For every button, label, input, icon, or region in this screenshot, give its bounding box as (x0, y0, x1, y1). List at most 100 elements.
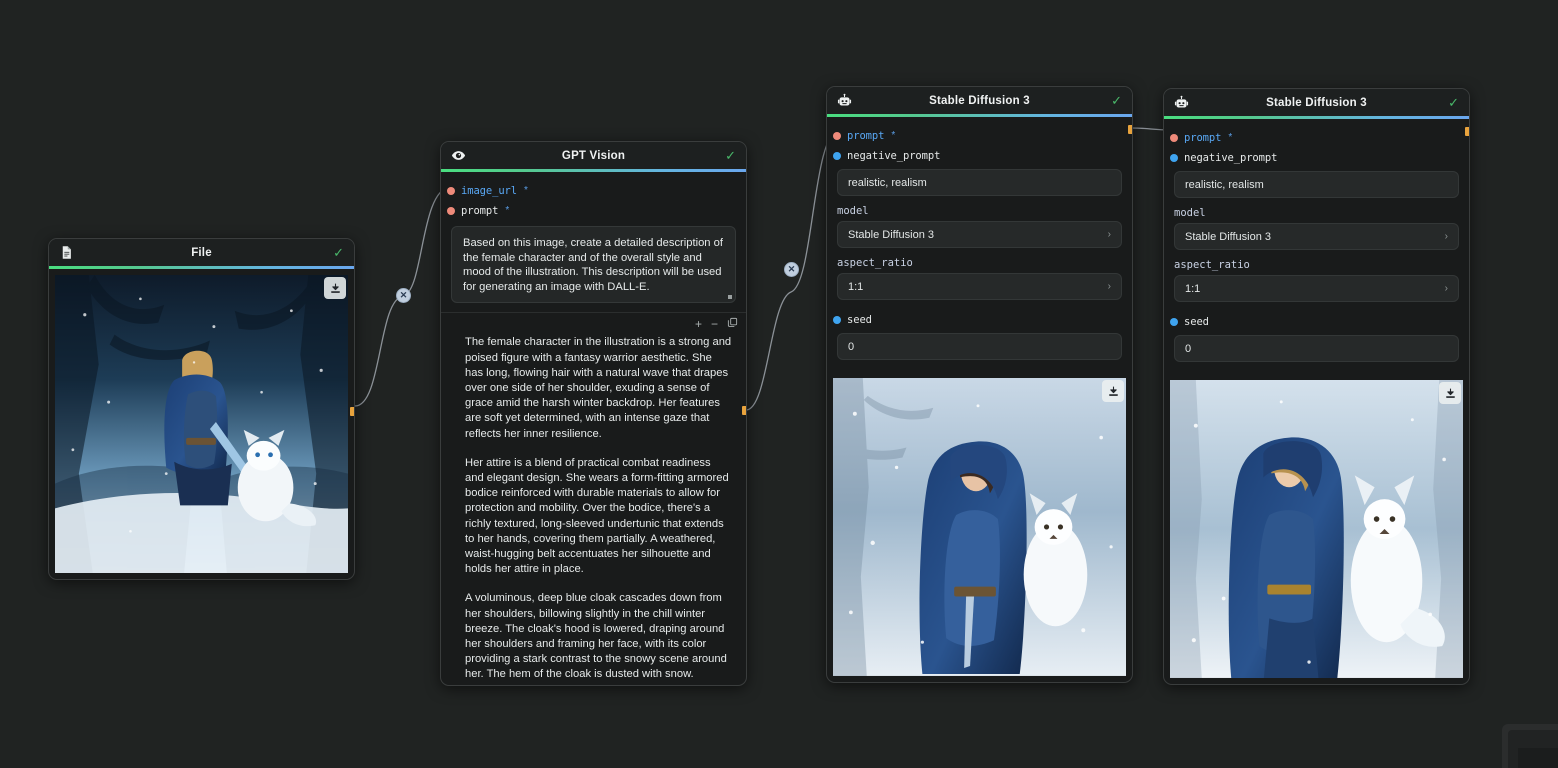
eye-icon (451, 151, 466, 160)
required-port-dot[interactable] (447, 206, 455, 215)
node-file[interactable]: File ✓ (48, 238, 355, 580)
output-port[interactable] (742, 406, 746, 415)
port-label: prompt (847, 129, 885, 142)
optional-port-dot[interactable] (833, 151, 841, 160)
gpt-vision-output-text: The female character in the illustration… (441, 332, 746, 682)
chevron-right-icon: › (1444, 283, 1448, 294)
negative-prompt-input[interactable]: realistic, realism (837, 169, 1122, 196)
port-label: image_url (461, 184, 517, 197)
prompt-textarea[interactable]: Based on this image, create a detailed d… (451, 226, 736, 304)
output-port[interactable] (350, 407, 354, 416)
plus-icon[interactable]: + (695, 318, 702, 330)
aspect-ratio-select[interactable]: 1:1 › (837, 273, 1122, 300)
sd3-left-node-header[interactable]: Stable Diffusion 3 ✓ (827, 87, 1132, 114)
file-node-header[interactable]: File ✓ (49, 239, 354, 266)
required-marker: * (1228, 132, 1233, 143)
port-prompt[interactable]: prompt * (447, 201, 736, 220)
port-negative-prompt[interactable]: negative_prompt (1170, 148, 1459, 167)
optional-port-dot[interactable] (1170, 153, 1178, 162)
workflow-canvas[interactable]: ✕ ✕ File ✓ GPT Vision ✓ image_url * prom… (0, 0, 1558, 768)
model-select[interactable]: Stable Diffusion 3 › (837, 221, 1122, 248)
delete-edge-button[interactable]: ✕ (396, 288, 411, 303)
generated-illustration (1170, 380, 1463, 678)
delete-edge-button[interactable]: ✕ (784, 262, 799, 277)
port-negative-prompt[interactable]: negative_prompt (833, 146, 1122, 165)
robot-icon (1174, 95, 1189, 108)
sd3-right-output-image-wrapper[interactable] (1164, 374, 1469, 684)
resize-handle[interactable] (728, 295, 732, 300)
aspect-ratio-value: 1:1 (848, 280, 864, 293)
copy-glyph (727, 318, 738, 328)
model-select[interactable]: Stable Diffusion 3 › (1174, 223, 1459, 250)
optional-port-dot[interactable] (1170, 317, 1178, 326)
aspect-ratio-select[interactable]: 1:1 › (1174, 275, 1459, 302)
download-icon[interactable] (1102, 380, 1124, 402)
node-stable-diffusion-3-right[interactable]: Stable Diffusion 3 ✓ prompt * negative_p… (1163, 88, 1470, 685)
chevron-right-icon: › (1107, 229, 1111, 240)
check-icon: ✓ (725, 148, 736, 163)
required-port-dot[interactable] (833, 131, 841, 140)
download-glyph (330, 283, 340, 293)
port-label: seed (1184, 315, 1209, 328)
node-stable-diffusion-3-left[interactable]: Stable Diffusion 3 ✓ prompt * negative_p… (826, 86, 1133, 683)
port-label: seed (847, 313, 872, 326)
negative-prompt-value: realistic, realism (848, 176, 927, 189)
sd3-left-output-image-wrapper[interactable] (827, 372, 1132, 682)
seed-input[interactable]: 0 (837, 333, 1122, 360)
output-paragraph: Her attire is a blend of practical comba… (465, 456, 729, 576)
port-label: prompt (461, 204, 499, 217)
sd3-right-body: prompt * negative_prompt realistic, real… (1164, 119, 1469, 374)
required-marker: * (891, 130, 896, 141)
model-label: model (1174, 207, 1206, 219)
output-toolbar[interactable]: + − (441, 317, 746, 332)
output-port[interactable] (1128, 125, 1132, 134)
seed-input[interactable]: 0 (1174, 335, 1459, 362)
gpt-vision-body: image_url * prompt * Based on this image… (441, 172, 746, 304)
node-gpt-vision[interactable]: GPT Vision ✓ image_url * prompt * Based … (440, 141, 747, 686)
sd3-left-body: prompt * negative_prompt realistic, real… (827, 117, 1132, 372)
download-glyph (1445, 388, 1455, 398)
required-port-dot[interactable] (1170, 133, 1178, 142)
prompt-textarea-value: Based on this image, create a detailed d… (463, 237, 723, 293)
sd3-right-node-title: Stable Diffusion 3 (1266, 96, 1367, 109)
check-icon: ✓ (1111, 93, 1122, 108)
output-paragraph: A voluminous, deep blue cloak cascades d… (465, 592, 727, 681)
sd3-left-node-title: Stable Diffusion 3 (929, 94, 1030, 107)
seed-value: 0 (848, 340, 855, 353)
chevron-right-icon: › (1107, 281, 1111, 292)
negative-prompt-input[interactable]: realistic, realism (1174, 171, 1459, 198)
port-seed[interactable]: seed (833, 310, 1122, 329)
aspect-ratio-value: 1:1 (1185, 282, 1201, 295)
port-prompt[interactable]: prompt * (1170, 128, 1459, 147)
copy-icon[interactable] (727, 317, 738, 330)
port-image-url[interactable]: image_url * (447, 181, 736, 200)
output-port[interactable] (1465, 127, 1469, 136)
file-node-title: File (191, 246, 212, 259)
port-label: negative_prompt (847, 149, 941, 162)
negative-prompt-value: realistic, realism (1185, 178, 1264, 191)
download-glyph (1108, 386, 1118, 396)
minus-icon[interactable]: − (711, 318, 718, 330)
gpt-vision-output-pane: + − The female character in the illustra… (441, 312, 746, 682)
seed-value: 0 (1185, 342, 1192, 355)
file-image-wrapper[interactable] (49, 269, 354, 579)
generated-illustration (833, 378, 1126, 676)
document-icon (62, 246, 71, 259)
port-prompt[interactable]: prompt * (833, 126, 1122, 145)
required-marker: * (524, 185, 528, 196)
sd3-right-node-header[interactable]: Stable Diffusion 3 ✓ (1164, 89, 1469, 116)
download-icon[interactable] (324, 277, 346, 299)
optional-port-dot[interactable] (833, 315, 841, 324)
source-illustration (55, 275, 348, 573)
gpt-vision-node-title: GPT Vision (561, 149, 626, 162)
gpt-vision-node-header[interactable]: GPT Vision ✓ (441, 142, 746, 169)
robot-icon (837, 93, 852, 106)
aspect-ratio-label: aspect_ratio (1174, 259, 1250, 271)
port-seed[interactable]: seed (1170, 312, 1459, 331)
required-port-dot[interactable] (447, 186, 455, 195)
download-icon[interactable] (1439, 382, 1461, 404)
model-value: Stable Diffusion 3 (848, 228, 935, 241)
port-label: prompt (1184, 131, 1222, 144)
corner-panel[interactable] (1502, 724, 1558, 768)
model-label: model (837, 205, 869, 217)
